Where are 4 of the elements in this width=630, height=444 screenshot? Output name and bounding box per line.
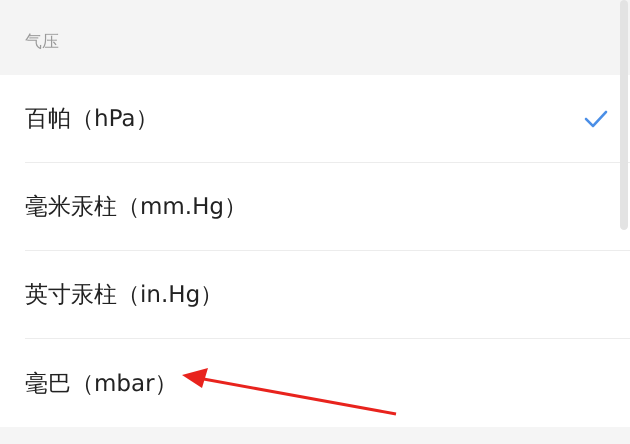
unit-option[interactable]: 毫巴（mbar） [25,339,630,427]
unit-option[interactable]: 英寸汞柱（in.Hg） [25,251,630,339]
section-title: 气压 [25,30,59,52]
check-icon [584,110,608,128]
